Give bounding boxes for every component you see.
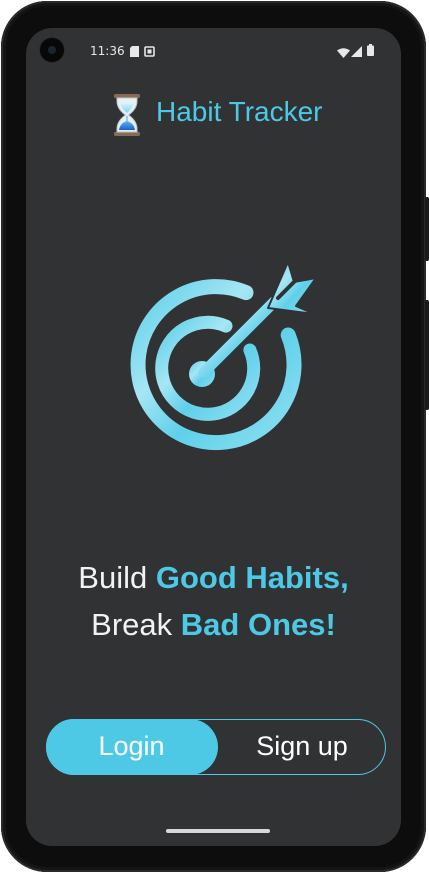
tagline-break: Break [91, 607, 181, 642]
front-camera [39, 37, 65, 63]
screenshot-icon [144, 44, 155, 62]
cellular-signal-icon [351, 44, 362, 62]
signup-button[interactable]: Sign up [217, 719, 387, 775]
tagline-line-2: Break Bad Ones! [26, 601, 401, 648]
battery-icon [367, 43, 374, 61]
home-indicator[interactable] [166, 829, 270, 833]
status-time: 11:36 [90, 44, 125, 58]
login-button[interactable]: Login [45, 718, 218, 775]
volume-button [425, 300, 429, 410]
phone-device: 11:36 Habit Tracker Build Good Habits, B… [0, 0, 429, 875]
wifi-icon [337, 45, 350, 63]
app-header: Habit Tracker [26, 92, 401, 136]
tagline-good-habits: Good Habits, [155, 560, 349, 595]
target-arrow-icon [118, 248, 328, 458]
tagline: Build Good Habits, Break Bad Ones! [26, 554, 401, 648]
sim-card-icon [130, 44, 139, 62]
hourglass-icon [112, 94, 142, 136]
status-bar: 11:36 [26, 28, 401, 72]
app-screen: 11:36 Habit Tracker Build Good Habits, B… [26, 28, 401, 846]
tagline-line-1: Build Good Habits, [26, 554, 401, 601]
tagline-bad-ones: Bad Ones! [180, 607, 336, 642]
tagline-build: Build [78, 560, 156, 595]
auth-toggle: Login Sign up [45, 718, 387, 775]
app-title: Habit Tracker [156, 96, 323, 127]
power-button [425, 197, 429, 261]
